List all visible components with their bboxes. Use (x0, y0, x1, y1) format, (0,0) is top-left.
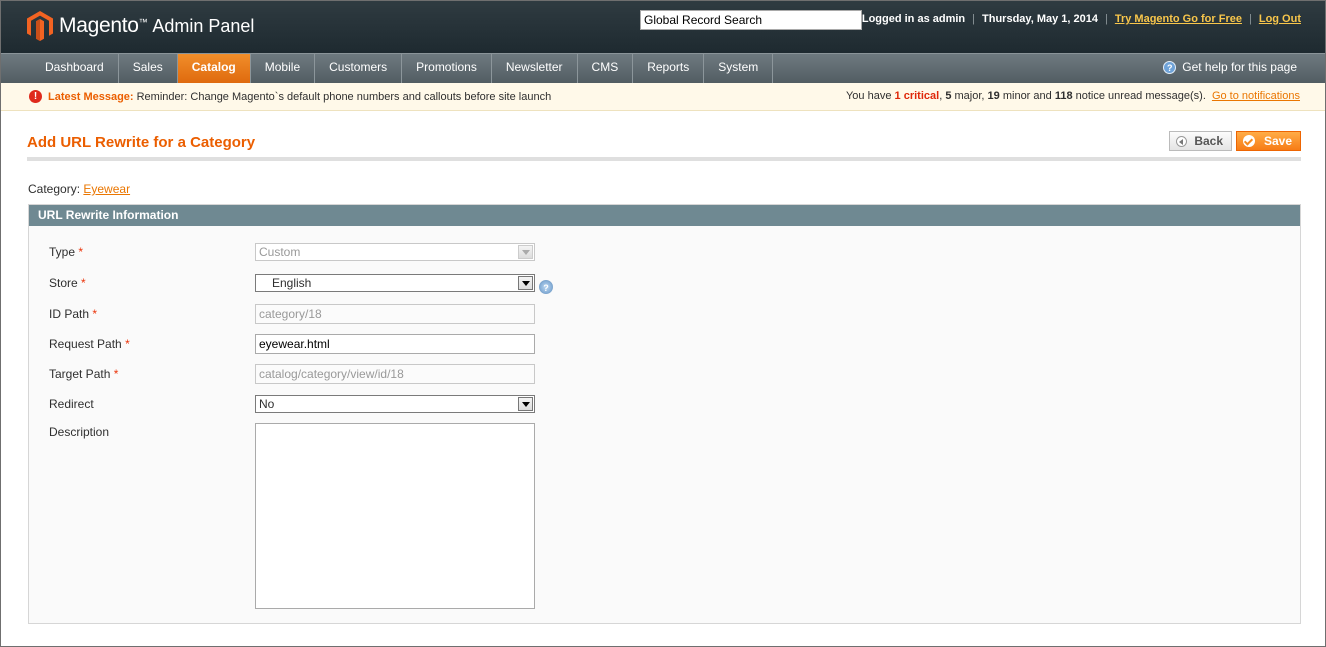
nav-item-newsletter[interactable]: Newsletter (492, 54, 578, 83)
latest-message: ! Latest Message: Reminder: Change Magen… (29, 90, 551, 103)
message-summary: You have 1 critical, 5 major, 19 minor a… (845, 90, 1300, 102)
target-path-input (255, 364, 535, 384)
magento-logo[interactable]: Magento™ Admin Panel (27, 11, 254, 41)
type-select: Custom (255, 243, 535, 261)
id-path-row: ID Path * (49, 304, 535, 324)
id-path-input (255, 304, 535, 324)
description-textarea[interactable] (255, 423, 535, 609)
type-label-text: Type (49, 245, 76, 259)
nav-item-promotions[interactable]: Promotions (402, 54, 492, 83)
logo-panel: Admin Panel (152, 16, 255, 36)
store-value: English (272, 276, 312, 290)
message-bar: ! Latest Message: Reminder: Change Magen… (1, 83, 1325, 111)
nav-item-cms[interactable]: CMS (578, 54, 634, 83)
section-title: URL Rewrite Information (29, 205, 1300, 226)
nav-item-dashboard[interactable]: Dashboard (31, 54, 119, 83)
target-path-row: Target Path * (49, 364, 535, 384)
target-path-label-text: Target Path (49, 367, 111, 381)
page-title: Add URL Rewrite for a Category (27, 134, 256, 151)
type-row: Type * Custom (49, 243, 535, 261)
go-to-notifications-link[interactable]: Go to notifications (1212, 90, 1300, 102)
category-link[interactable]: Eyewear (83, 182, 130, 196)
header-date: Thursday, May 1, 2014 (982, 13, 1098, 25)
store-help-icon[interactable]: ? (539, 280, 553, 294)
help-link[interactable]: ? Get help for this page (1163, 60, 1297, 74)
latest-message-text: Reminder: Change Magento`s default phone… (136, 90, 552, 103)
description-label: Description (49, 425, 110, 439)
global-search-input[interactable] (640, 10, 862, 30)
magento-logo-icon (27, 11, 53, 41)
store-select[interactable]: English (255, 274, 535, 292)
required-mark: * (92, 307, 98, 321)
type-label: Type * (49, 245, 255, 259)
header-separator: | (1104, 13, 1108, 25)
required-mark: * (113, 367, 119, 381)
save-button-label: Save (1263, 134, 1292, 148)
alert-icon: ! (29, 90, 42, 103)
chevron-down-icon[interactable] (518, 397, 533, 411)
critical-label: critical (903, 90, 940, 102)
nav-item-catalog[interactable]: Catalog (177, 54, 251, 83)
redirect-select[interactable]: No (255, 395, 535, 413)
minor-count: 19 (987, 90, 1000, 102)
help-icon: ? (1163, 60, 1177, 74)
nav-item-reports[interactable]: Reports (633, 54, 705, 83)
logo-tm: ™ (138, 17, 148, 27)
header-user-info: Logged in as admin | Thursday, May 1, 20… (862, 13, 1301, 25)
chevron-down-icon (518, 245, 533, 259)
request-path-row: Request Path * (49, 334, 535, 354)
redirect-label: Redirect (49, 397, 94, 411)
required-mark: * (81, 276, 86, 290)
chevron-down-icon[interactable] (518, 276, 533, 290)
nav-item-system[interactable]: System (704, 54, 774, 83)
save-button[interactable]: Save (1235, 131, 1301, 151)
request-path-label: Request Path * (49, 337, 255, 351)
header-separator: | (972, 13, 976, 25)
content-header: Add URL Rewrite for a Category Back Save (27, 129, 1301, 161)
back-button-label: Back (1194, 134, 1223, 148)
summary-prefix: You have (845, 90, 892, 102)
notice-label: notice unread message(s). (1075, 90, 1206, 102)
redirect-row: Redirect No (49, 395, 535, 413)
url-rewrite-section: URL Rewrite Information Type * Custom St… (28, 204, 1301, 624)
id-path-label-text: ID Path (49, 307, 90, 321)
logo-name: Magento (59, 14, 139, 37)
request-path-input[interactable] (255, 334, 535, 354)
notice-count: 118 (1054, 90, 1073, 102)
category-label: Category: (28, 182, 81, 196)
header-separator: | (1248, 13, 1252, 25)
target-path-label: Target Path * (49, 367, 255, 381)
store-label-text: Store (49, 276, 78, 290)
required-mark: * (125, 337, 130, 351)
id-path-label: ID Path * (49, 307, 255, 321)
major-count: 5 (945, 90, 952, 102)
latest-message-label: Latest Message: (48, 90, 134, 103)
critical-count: 1 (894, 90, 901, 102)
category-line: Category: Eyewear (28, 182, 130, 196)
nav-item-sales[interactable]: Sales (119, 54, 178, 83)
store-label: Store * (49, 276, 255, 290)
description-row: Description (49, 423, 535, 609)
store-row: Store * English ? (49, 272, 553, 294)
required-mark: * (78, 245, 84, 259)
header: Magento™ Admin Panel Logged in as admin |… (1, 1, 1325, 53)
back-arrow-icon (1176, 135, 1188, 147)
request-path-label-text: Request Path (49, 337, 122, 351)
try-magento-go-link[interactable]: Try Magento Go for Free (1115, 13, 1242, 25)
help-label: Get help for this page (1182, 60, 1297, 74)
main-nav: Dashboard Sales Catalog Mobile Customers… (1, 53, 1325, 83)
logged-in-text: Logged in as admin (861, 13, 966, 25)
logo-text: Magento™ Admin Panel (59, 14, 254, 38)
checkmark-icon (1242, 135, 1255, 147)
minor-label: minor and (1002, 90, 1052, 102)
major-label: major, (954, 90, 985, 102)
nav-item-customers[interactable]: Customers (315, 54, 403, 83)
type-value: Custom (259, 245, 301, 259)
back-button[interactable]: Back (1169, 131, 1232, 151)
logout-link[interactable]: Log Out (1259, 13, 1301, 25)
nav-item-mobile[interactable]: Mobile (251, 54, 316, 83)
redirect-value: No (259, 397, 275, 411)
